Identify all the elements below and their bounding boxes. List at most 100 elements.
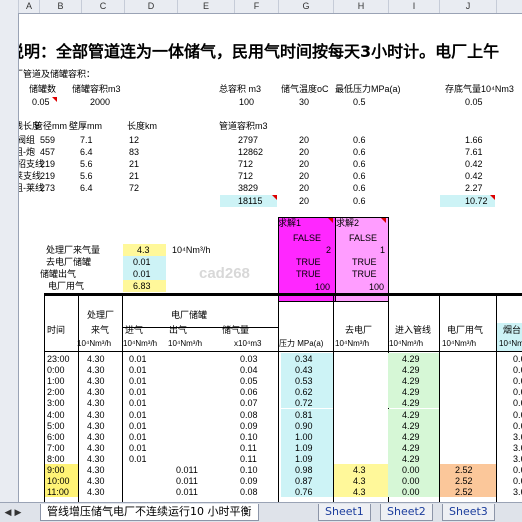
hourly-cell-h[interactable]: 3.6 [513,487,522,498]
pipe-cell-p[interactable]: 0.6 [353,171,366,182]
pipe-cell-vol[interactable]: 2797 [238,135,258,146]
pipe-cell-stock[interactable]: 0.42 [465,159,483,170]
hourly-cell-p[interactable]: 0.76 [295,487,313,498]
pipe-cell-w[interactable]: 6.4 [80,183,93,194]
hourly-cell-b[interactable]: 0.01 [129,443,147,454]
hourly-cell-g[interactable]: 2.52 [455,487,473,498]
hourly-cell-a[interactable]: 4.30 [87,398,105,409]
pipe-cell-vol[interactable]: 12862 [238,147,263,158]
pipe-cell-p[interactable]: 0.6 [353,147,366,158]
hourly-cell-b[interactable]: 0.01 [129,365,147,376]
base-stock-value[interactable]: 0.05 [465,97,483,108]
tab-sheet1[interactable]: Sheet1 [318,504,371,521]
pipe-cell-vol[interactable]: 712 [238,159,253,170]
pipe-cell-name[interactable]: 阀组-炮 [19,147,35,158]
hourly-cell-t[interactable]: 23:00 [47,354,70,365]
hourly-cell-b[interactable]: 0.01 [129,376,147,387]
col-header-f[interactable]: F [235,0,279,13]
hourly-cell-a[interactable]: 4.30 [87,465,105,476]
hourly-cell-b[interactable]: 0.01 [129,432,147,443]
hourly-cell-d[interactable]: 0.08 [240,487,258,498]
hourly-cell-h[interactable]: 3.6 [513,432,522,443]
pipe-cell-d[interactable]: 219 [40,159,55,170]
hourly-cell-h[interactable]: 3.6 [513,443,522,454]
hourly-cell-a[interactable]: 4.30 [87,354,105,365]
hourly-cell-t[interactable]: 7:00 [47,443,65,454]
hourly-cell-a[interactable]: 4.30 [87,476,105,487]
hourly-cell-t[interactable]: 11:00 [47,487,69,498]
hourly-cell-d[interactable]: 0.04 [240,365,258,376]
hourly-cell-c[interactable]: 0.011 [176,476,198,487]
pipe-cell-w[interactable]: 6.4 [80,147,93,158]
hourly-cell-a[interactable]: 4.30 [87,443,105,454]
pipe-cell-p[interactable]: 0.6 [353,159,366,170]
hourly-cell-a[interactable]: 4.30 [87,432,105,443]
pipe-cell-l[interactable]: 21 [129,171,139,182]
pipe-cell-l[interactable]: 21 [129,159,139,170]
hourly-cell-a[interactable]: 4.30 [87,376,105,387]
col-header-d[interactable]: D [125,0,178,13]
pipe-cell-l[interactable]: 72 [129,183,139,194]
hourly-cell-b[interactable]: 0.01 [129,354,147,365]
tab-sheet2[interactable]: Sheet2 [380,504,433,521]
hourly-cell-d[interactable]: 0.11 [240,443,257,454]
hourly-cell-t[interactable]: 6:00 [47,432,65,443]
hourly-cell-b[interactable]: 0.01 [129,454,147,465]
hourly-cell-a[interactable]: 4.30 [87,487,105,498]
hourly-cell-h[interactable]: 0.6 [513,410,522,421]
col-header-j[interactable]: J [440,0,497,13]
col-header-i[interactable]: I [389,0,440,13]
pipe-cell-temp[interactable]: 20 [299,147,309,158]
pipe-cell-temp[interactable]: 20 [299,171,309,182]
hourly-cell-h[interactable]: 0.6 [513,421,522,432]
pipe-cell-vol[interactable]: 712 [238,171,253,182]
hourly-cell-f[interactable]: 0.00 [402,487,420,498]
pipe-cell-l[interactable]: 83 [129,147,139,158]
hourly-cell-e[interactable]: 4.3 [353,487,366,498]
hourly-cell-a[interactable]: 4.30 [87,410,105,421]
total-volume-value[interactable]: 100 [239,97,254,108]
pipe-cell-w[interactable]: 7.1 [80,135,93,146]
hourly-cell-b[interactable]: 0.01 [129,410,147,421]
hourly-cell-a[interactable]: 4.30 [87,454,105,465]
tank-count-value[interactable]: 0.05 [32,97,50,108]
hourly-cell-d[interactable]: 0.11 [240,454,257,465]
hourly-cell-d[interactable]: 0.05 [240,376,258,387]
hourly-cell-h[interactable]: 0.6 [513,476,522,487]
select-all-corner[interactable] [0,0,19,13]
hourly-cell-a[interactable]: 4.30 [87,387,105,398]
pipe-cell-stock[interactable]: 0.42 [465,171,483,182]
hourly-cell-d[interactable]: 0.06 [240,387,258,398]
hourly-cell-b[interactable]: 0.01 [129,387,147,398]
storage-temp-value[interactable]: 30 [299,97,309,108]
hourly-cell-t[interactable]: 1:00 [47,376,65,387]
hourly-cell-t[interactable]: 2:00 [47,387,65,398]
col-header-c[interactable]: C [82,0,125,13]
hourly-cell-c[interactable]: 0.011 [176,487,198,498]
pipe-cell-l[interactable]: 12 [129,135,139,146]
pipe-cell-vol[interactable]: 3829 [238,183,258,194]
min-pressure-value[interactable]: 0.5 [353,97,366,108]
pipe-cell-p[interactable]: 0.6 [353,183,366,194]
hourly-cell-b[interactable]: 0.01 [129,421,147,432]
col-header-h[interactable]: H [334,0,389,13]
tab-sheet3[interactable]: Sheet3 [442,504,495,521]
hourly-cell-d[interactable]: 0.07 [240,398,258,409]
hourly-cell-h[interactable]: 0.6 [513,465,522,476]
pipe-cell-temp[interactable]: 20 [299,135,309,146]
pipe-cell-p[interactable]: 0.6 [353,135,366,146]
col-header-a[interactable]: A [19,0,40,13]
pipe-cell-temp[interactable]: 20 [299,159,309,170]
hourly-cell-t[interactable]: 5:00 [47,421,65,432]
hourly-cell-t[interactable]: 3:00 [47,398,65,409]
pipe-cell-d[interactable]: 559 [40,135,55,146]
pipe-cell-stock[interactable]: 2.27 [465,183,483,194]
tank-volume-value[interactable]: 2000 [90,97,110,108]
hourly-cell-c[interactable]: 0.011 [176,465,198,476]
hourly-cell-a[interactable]: 4.30 [87,421,105,432]
pipe-cell-name[interactable]: 龙-阀组 [19,135,35,146]
pipe-cell-name[interactable]: 蓬莱支线 [19,171,41,182]
tab-main-sheet[interactable]: 管线增压储气电厂不连续运行10 小时平衡 [40,504,259,521]
hourly-cell-h[interactable]: 0.6 [513,398,522,409]
pipe-cell-d[interactable]: 273 [40,183,55,194]
